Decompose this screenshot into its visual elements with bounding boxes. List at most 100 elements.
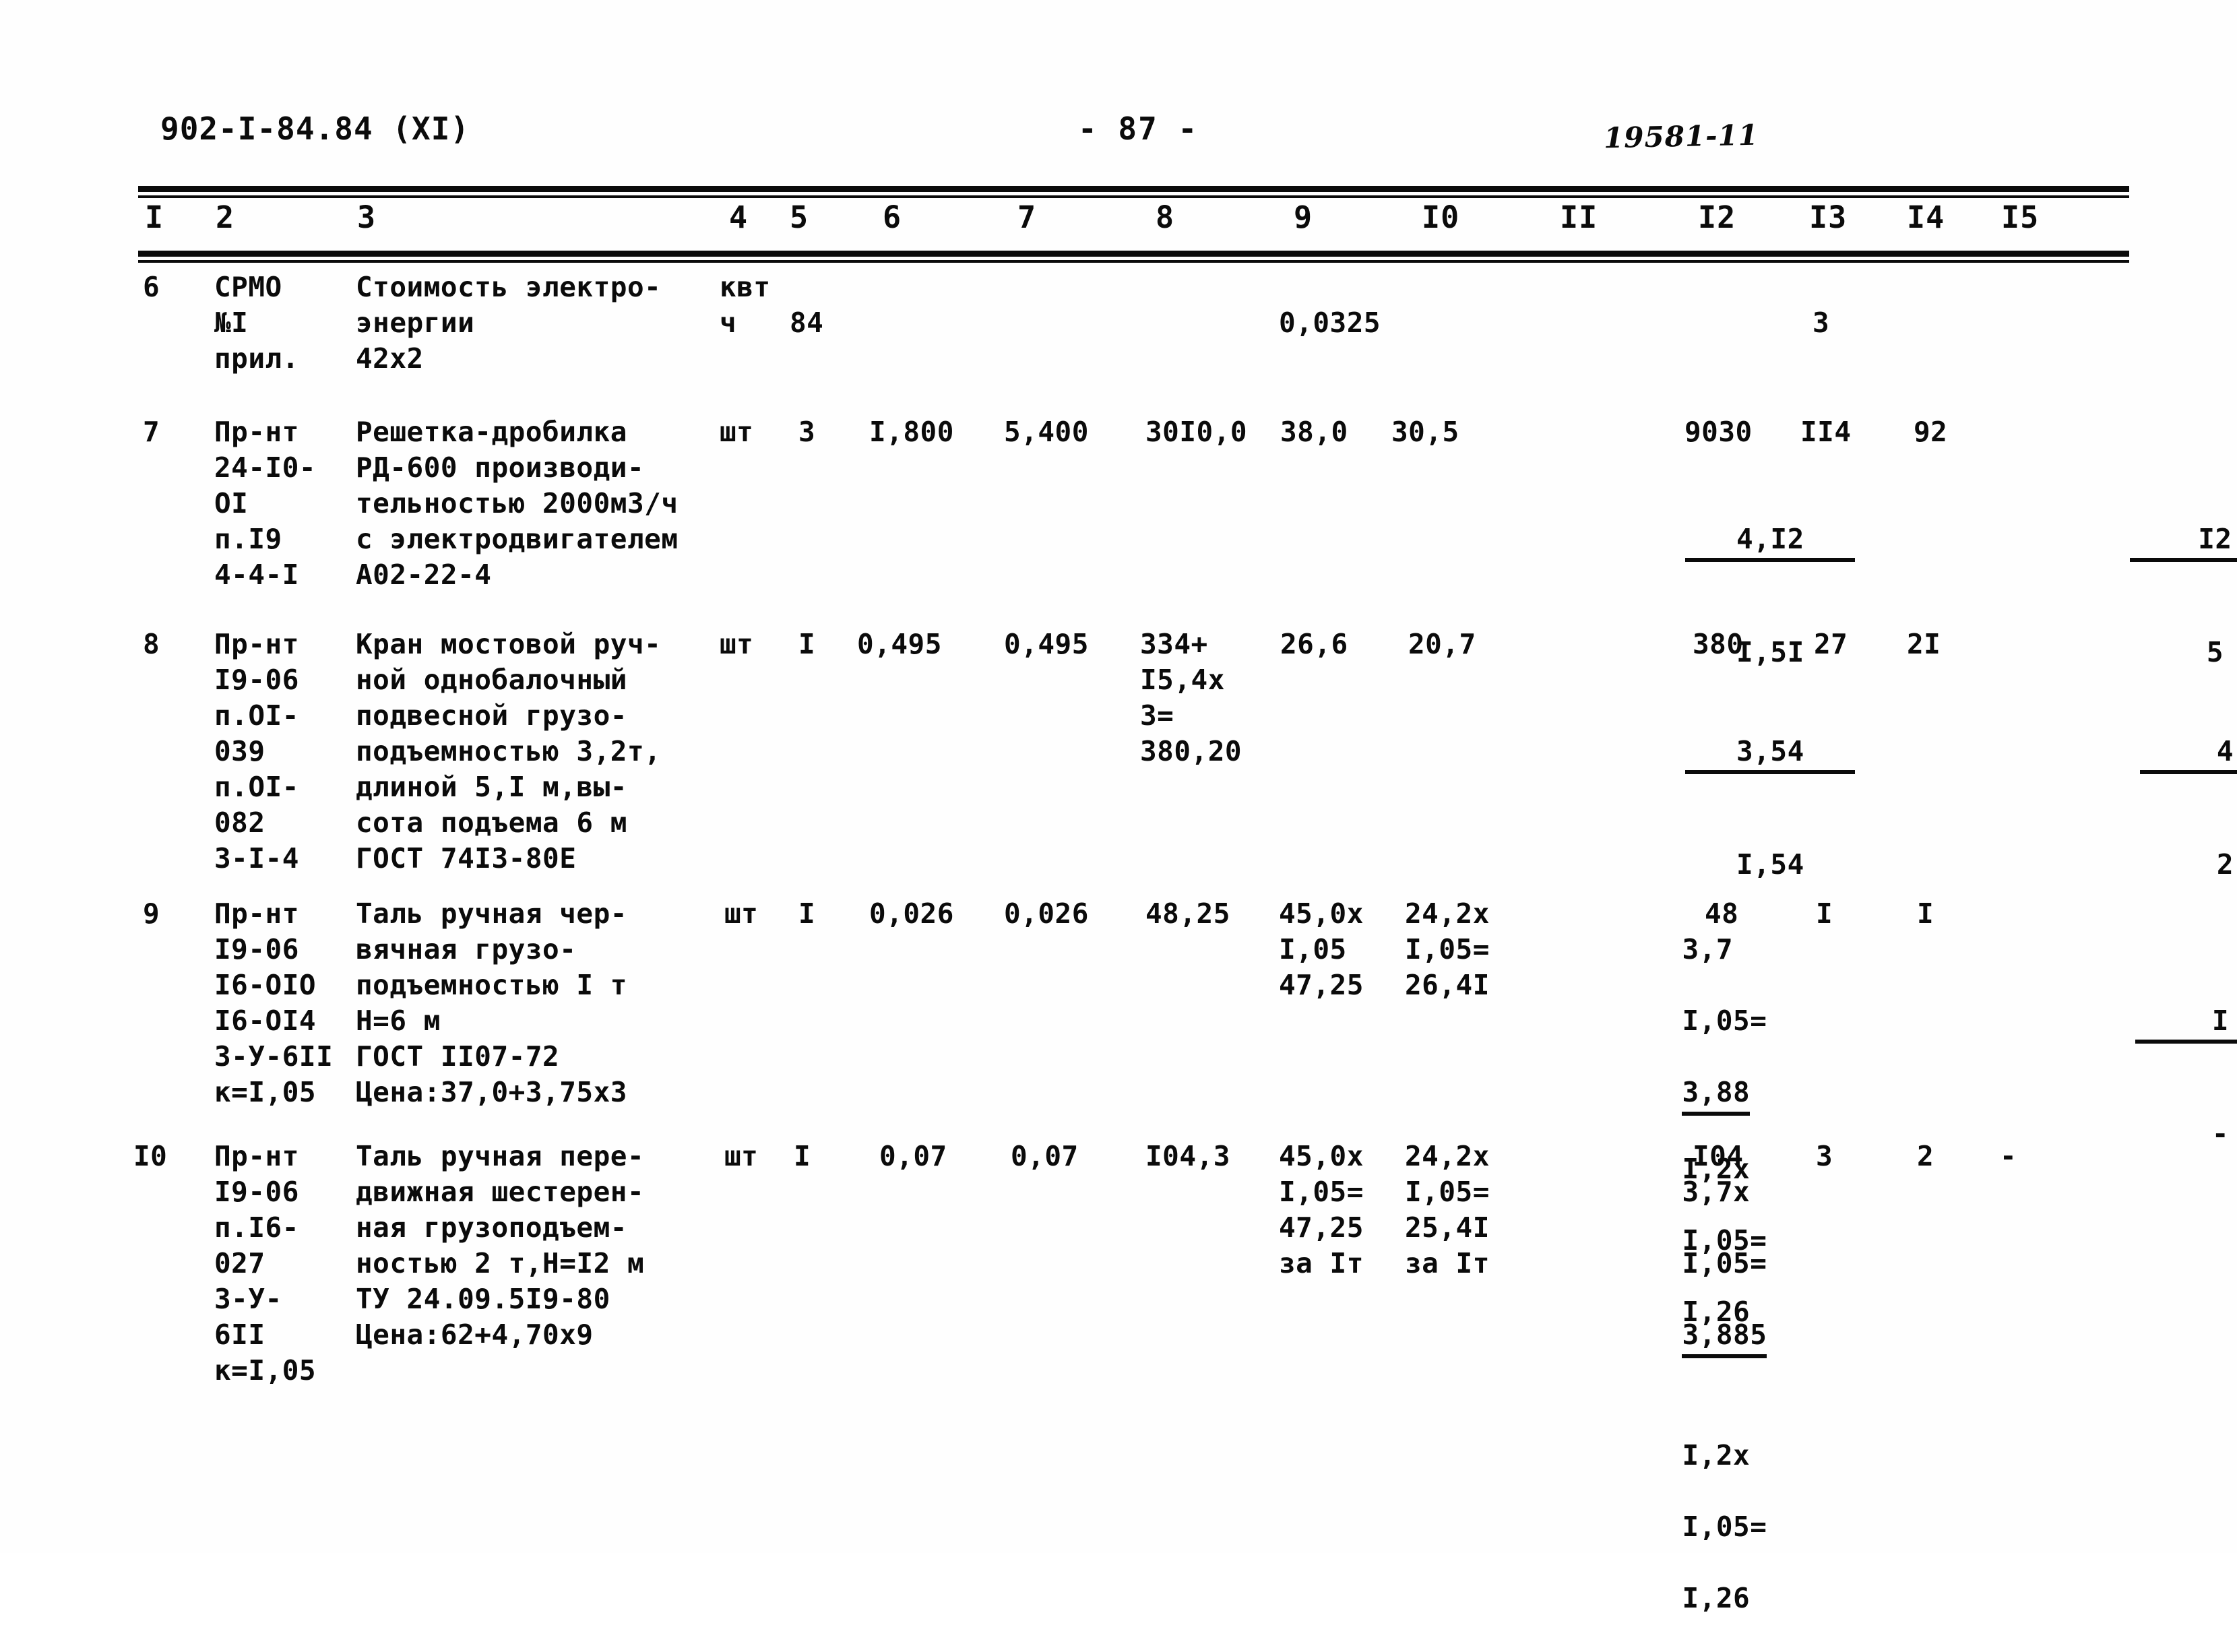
col7-value: 5,400 [1004, 416, 1089, 448]
item-description: Решетка-дробилка РД-600 производи- тельн… [356, 416, 679, 591]
table-top-rule-2 [138, 195, 2129, 198]
col11-line-1: 3,7 [1682, 933, 1734, 965]
column-header-10: I0 [1422, 199, 1460, 235]
col6-value: 0,495 [857, 628, 942, 660]
col13-value: 27 [1814, 628, 1848, 660]
col8-value: 30I0,0 [1145, 416, 1248, 448]
col6-value: 0,07 [879, 1140, 947, 1172]
col11-line-1: 3,7х [1682, 1176, 1751, 1208]
col15-numerator: I [2135, 1003, 2237, 1044]
column-header-6: 6 [883, 199, 902, 235]
column-header-14: I4 [1907, 199, 1945, 235]
column-header-2: 2 [216, 199, 235, 235]
col14-value: I [1917, 897, 1934, 930]
source-reference: Пр-нт I9-06 п.I6- 027 3-У- 6II к=I,05 [214, 1140, 317, 1387]
col9-value: 0,0325 [1279, 307, 1381, 339]
quantity: 3 [798, 416, 816, 448]
source-reference: Пр-нт I9-06 I6-OIO I6-OI4 3-У-6II к=I,05 [214, 897, 334, 1108]
quantity: I [798, 897, 816, 930]
col8-value: I04,3 [1145, 1140, 1230, 1172]
column-header-9: 9 [1294, 199, 1313, 235]
col6-value: I,800 [869, 416, 954, 448]
row-number: I0 [133, 1140, 168, 1172]
col6-value: 0,026 [869, 897, 954, 930]
item-description: Стоимость электро- энергии 42х2 [356, 271, 662, 375]
col10-value: 20,7 [1408, 628, 1476, 660]
column-header-3: 3 [357, 199, 377, 235]
col8-calculation: 334+ I5,4х 3= 380,20 [1140, 628, 1242, 767]
col12-value: I04 [1693, 1140, 1744, 1172]
col7-value: 0,495 [1004, 628, 1089, 660]
handwritten-stamp: 19581-11 [1603, 118, 1759, 155]
col11-line-5: I,05= [1682, 1511, 1767, 1543]
document-code: 902-I-84.84 (XI) [160, 110, 470, 147]
document-page: 902-I-84.84 (XI) - 87 - 19581-11 I 2 3 4… [0, 0, 2237, 1614]
col11-line-4: I,2х [1682, 1439, 1751, 1471]
col9-calculation: 45,0х I,05= 47,25 за Iт [1279, 1140, 1364, 1279]
col11-line-2: I,05= [1682, 1005, 1767, 1037]
col12-value: 380 [1693, 628, 1744, 660]
col9-value: 26,6 [1280, 628, 1348, 660]
col9-value: 38,0 [1280, 416, 1348, 448]
item-description: Кран мостовой руч- ной однобалочный подв… [356, 628, 662, 875]
item-description: Таль ручная чер- вячная грузо- подъемнос… [356, 897, 627, 1108]
source-reference: Пр-нт 24-I0- OI п.I9 4-4-I [214, 416, 317, 591]
row-number: 9 [143, 897, 160, 930]
col11-numerator: 3,54 [1685, 734, 1856, 774]
column-header-12: I2 [1698, 199, 1736, 235]
col10-calculation: 24,2х I,05= 26,4I [1405, 897, 1490, 1001]
col15-denominator: - [2211, 1118, 2229, 1150]
col11-line-6: I,26 [1682, 1582, 1751, 1614]
col15-value: - [2000, 1140, 2017, 1172]
quantity: I [798, 628, 816, 660]
table-column-headers: I 2 3 4 5 6 7 8 9 I0 II I2 I3 I4 I5 [0, 199, 2237, 248]
column-header-7: 7 [1017, 199, 1037, 235]
col14-value: 92 [1914, 416, 1948, 448]
col14-value: 2 [1917, 1140, 1934, 1172]
col12-value: 48 [1705, 897, 1739, 930]
column-header-8: 8 [1156, 199, 1175, 235]
table-header-rule [138, 251, 2129, 257]
col15-fraction: I - [2000, 896, 2237, 1259]
column-header-15: I5 [2001, 199, 2040, 235]
page-number: - 87 - [1078, 110, 1199, 147]
col7-value: 0,026 [1004, 897, 1089, 930]
column-header-11: II [1560, 199, 1598, 235]
col11-line-2: I,05= [1682, 1247, 1767, 1279]
col8-value: 48,25 [1145, 897, 1230, 930]
unit-of-measure: шт [724, 897, 759, 930]
unit-of-measure: шт [720, 416, 754, 448]
column-header-13: I3 [1809, 199, 1848, 235]
item-description: Таль ручная пере- движная шестерен- ная … [356, 1140, 645, 1351]
col11-line-3: 3,88 [1682, 1075, 1751, 1116]
col15-denominator: 2 [2216, 848, 2234, 881]
quantity: I [794, 1140, 811, 1172]
col11-denominator: I,54 [1736, 848, 1804, 881]
quantity: 84 [790, 307, 824, 339]
column-header-4: 4 [729, 199, 749, 235]
row-number: 8 [143, 628, 160, 660]
col11-calculation: 3,7х I,05= 3,885 I,2х I,05= I,26 [1546, 1139, 1767, 1652]
col15-numerator: I2 [2130, 521, 2237, 562]
unit-of-measure: шт [724, 1140, 759, 1172]
row-number: 7 [143, 416, 160, 448]
col10-value: 30,5 [1391, 416, 1459, 448]
row-number: 6 [143, 271, 160, 303]
col7-value: 0,07 [1011, 1140, 1079, 1172]
column-header-1: I [145, 199, 164, 235]
col12-value: 9030 [1684, 416, 1753, 448]
table-top-rule [138, 186, 2129, 192]
source-reference: СРМО №I прил. [214, 271, 299, 375]
unit-of-measure: шт [720, 628, 754, 660]
col11-line-3: 3,885 [1682, 1317, 1767, 1358]
column-header-5: 5 [790, 199, 809, 235]
col15-numerator: 4 [2140, 734, 2237, 774]
col14-value: 2I [1907, 628, 1941, 660]
col13-value: II4 [1800, 416, 1852, 448]
col11-numerator: 4,I2 [1685, 521, 1856, 562]
table-header-rule-2 [138, 260, 2129, 263]
col10-calculation: 24,2х I,05= 25,4I за Iт [1405, 1140, 1490, 1279]
page-header: 902-I-84.84 (XI) - 87 - 19581-11 [0, 101, 2237, 175]
col13-value: 3 [1816, 1140, 1833, 1172]
col13-value: 3 [1813, 307, 1830, 339]
